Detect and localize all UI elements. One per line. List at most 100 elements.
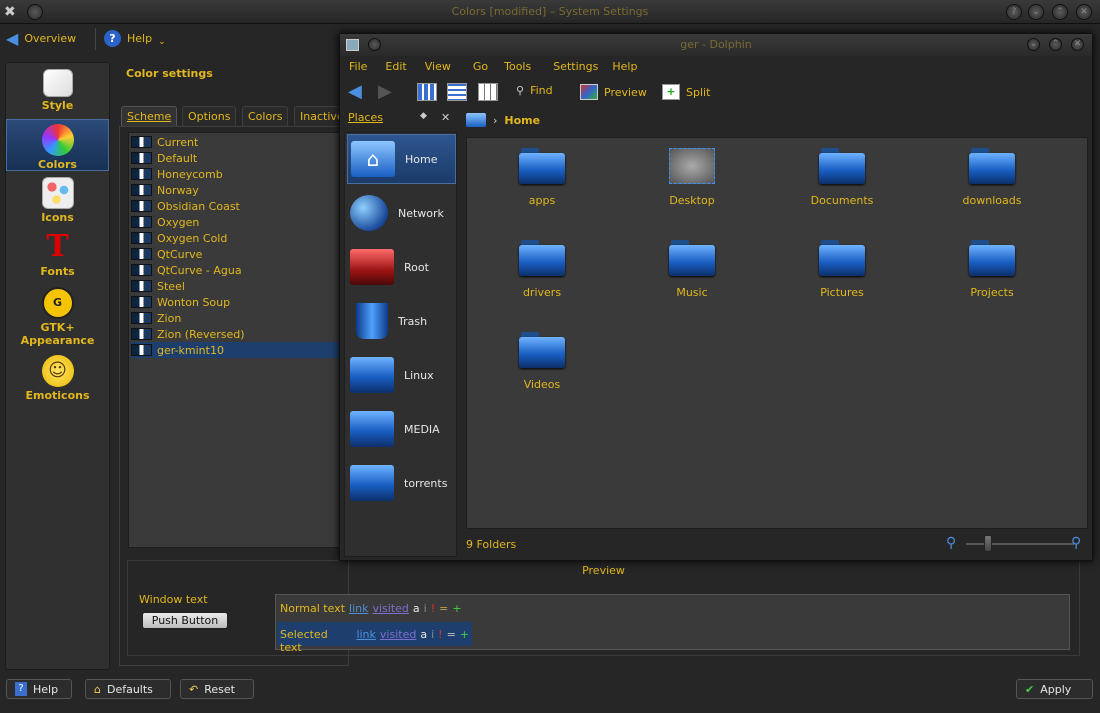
forward-icon[interactable]: ▶ [378, 81, 392, 102]
list-item[interactable]: Oxygen Cold [131, 230, 341, 246]
place-trash[interactable]: Trash [347, 296, 456, 346]
dolphin-title-bar: ger - Dolphin ⌄ ⌃ ✕ [340, 34, 1092, 56]
push-button[interactable]: Push Button [142, 612, 228, 629]
maximize-icon[interactable]: ⌃ [1052, 4, 1068, 20]
back-icon[interactable]: ◀ [348, 81, 362, 102]
split-button[interactable]: + Split [662, 84, 710, 100]
category-gtk[interactable]: G GTK+ Appearance [6, 287, 109, 347]
folder-item[interactable]: Music [637, 240, 747, 299]
scheme-swatch [131, 280, 152, 292]
folder-icon [519, 332, 565, 368]
breadcrumb[interactable]: › Home [466, 111, 540, 129]
tab-colors[interactable]: Colors [242, 106, 289, 126]
list-item[interactable]: Zion [131, 310, 341, 326]
menu-settings[interactable]: Settings [540, 56, 607, 76]
dolphin-window-title: ger - Dolphin [680, 38, 752, 51]
check-icon: ✔ [1025, 682, 1035, 696]
place-linux[interactable]: Linux [347, 350, 456, 400]
place-root[interactable]: Root [347, 242, 456, 292]
menu-edit[interactable]: Edit [376, 56, 415, 76]
place-torrents[interactable]: torrents [347, 458, 456, 508]
category-icons[interactable]: Icons [6, 177, 109, 227]
list-item[interactable]: Oxygen [131, 214, 341, 230]
zoom-out-icon[interactable]: ⚲ [946, 535, 956, 551]
page-title: Color settings [126, 67, 213, 80]
home-breadcrumb-icon[interactable] [466, 113, 486, 127]
reset-icon: ↶ [189, 682, 199, 696]
zoom-in-icon[interactable]: ⚲ [1071, 535, 1081, 551]
folder-item[interactable]: drivers [487, 240, 597, 299]
menu-go[interactable]: Go [460, 56, 497, 76]
folder-item[interactable]: Projects [937, 240, 1047, 299]
dolphin-maximize-icon[interactable]: ⌃ [1049, 38, 1062, 51]
breadcrumb-home[interactable]: Home [504, 114, 540, 127]
list-item[interactable]: QtCurve [131, 246, 341, 262]
folder-item[interactable]: Desktop [637, 148, 747, 207]
place-home[interactable]: ⌂ Home [347, 134, 456, 184]
root-folder-icon [350, 249, 394, 285]
icons-icon [41, 177, 74, 209]
columns-view-icon[interactable] [478, 83, 498, 101]
zoom-slider[interactable] [966, 543, 1074, 545]
overview-button[interactable]: ◀ Overview [6, 29, 76, 48]
scheme-swatch [131, 328, 152, 340]
category-fonts[interactable]: T Fonts [6, 231, 109, 281]
list-item[interactable]: Wonton Soup [131, 294, 341, 310]
category-colors[interactable]: Colors [6, 119, 109, 171]
apply-button[interactable]: ✔ Apply [1016, 679, 1093, 699]
scheme-swatch [131, 264, 152, 276]
folder-icon [350, 411, 394, 447]
scheme-swatch [131, 248, 152, 260]
help-button[interactable]: ? Help [6, 679, 72, 699]
reset-button[interactable]: ↶ Reset [180, 679, 254, 699]
minimize-icon[interactable]: ⌄ [1028, 4, 1044, 20]
emoticons-icon: ☺ [41, 355, 74, 387]
zoom-slider-handle[interactable] [984, 535, 992, 552]
category-style[interactable]: Style [6, 69, 109, 117]
preview-view-box: Normal text link visited a i! = + Selected tex… [275, 594, 1070, 654]
scheme-swatch [131, 168, 152, 180]
folder-item[interactable]: apps [487, 148, 597, 207]
menu-help[interactable]: Help [607, 56, 646, 76]
help-label: Help [127, 31, 153, 45]
close-panel-icon[interactable]: ✕ [441, 111, 450, 124]
folder-view[interactable]: apps Desktop Documents downloads drivers… [466, 137, 1088, 529]
close-icon[interactable]: ✕ [1076, 4, 1092, 20]
home-icon: ⌂ [351, 141, 395, 177]
menu-file[interactable]: File [340, 56, 376, 76]
place-media[interactable]: MEDIA [347, 404, 456, 454]
float-panel-icon[interactable]: ◆ [420, 111, 427, 121]
folder-item[interactable]: downloads [937, 148, 1047, 207]
list-item[interactable]: Obsidian Coast [131, 198, 341, 214]
folder-item[interactable]: Documents [787, 148, 897, 207]
details-view-icon[interactable] [447, 83, 467, 101]
help-icon[interactable]: ? [1006, 4, 1022, 20]
list-item[interactable]: QtCurve - Agua [131, 262, 341, 278]
dolphin-close-icon[interactable]: ✕ [1071, 38, 1084, 51]
tab-inactive[interactable]: Inactive [294, 106, 340, 126]
chevron-right-icon: › [493, 113, 498, 127]
list-item[interactable]: Default [131, 150, 341, 166]
folder-item[interactable]: Videos [487, 332, 597, 391]
help-menu-button[interactable]: ? Help ⌄ [104, 29, 166, 47]
find-button[interactable]: ⚲ Find [516, 84, 553, 97]
category-emoticons[interactable]: ☺ Emoticons [6, 355, 109, 403]
menu-tools[interactable]: Tools [497, 56, 540, 76]
preview-button[interactable]: Preview [580, 84, 647, 100]
list-item-selected[interactable]: ger-kmint10 [131, 342, 341, 358]
list-item[interactable]: Norway [131, 182, 341, 198]
defaults-button[interactable]: ⌂ Defaults [85, 679, 171, 699]
places-header: Places ◆ ✕ [348, 111, 458, 127]
menu-view[interactable]: View [416, 56, 460, 76]
icons-view-icon[interactable] [417, 83, 437, 101]
folder-item[interactable]: Pictures [787, 240, 897, 299]
list-item[interactable]: Current [131, 134, 341, 150]
dolphin-minimize-icon[interactable]: ⌄ [1027, 38, 1040, 51]
scheme-list[interactable]: Current Default Honeycomb Norway Obsidia… [128, 132, 341, 548]
list-item[interactable]: Steel [131, 278, 341, 294]
list-item[interactable]: Zion (Reversed) [131, 326, 341, 342]
tab-scheme[interactable]: Scheme [121, 106, 178, 126]
list-item[interactable]: Honeycomb [131, 166, 341, 182]
place-network[interactable]: Network [347, 188, 456, 238]
tab-options[interactable]: Options [182, 106, 237, 126]
